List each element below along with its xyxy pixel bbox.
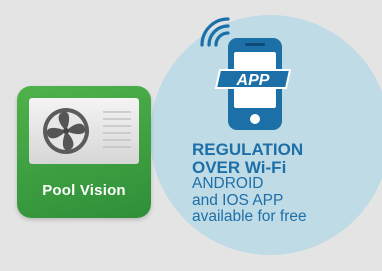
heading-line-1: REGULATION: [192, 140, 304, 159]
platform-line: ANDROID: [192, 175, 264, 192]
phone-icon: APP: [214, 38, 292, 130]
app-screen-text: APP: [236, 72, 270, 89]
app-line: and IOS APP: [192, 191, 284, 209]
heat-pump-image: [29, 98, 139, 164]
heading-line-2: OVER Wi-Fi: [192, 157, 287, 177]
app-label: APP: [214, 69, 292, 89]
grille-lines: [103, 111, 131, 148]
pool-vision-app-tile[interactable]: Pool Vision: [17, 86, 151, 218]
fan-icon: [43, 108, 89, 154]
feature-text: REGULATION OVER Wi-Fi ANDROID and IOS AP…: [192, 141, 372, 226]
availability-line: available for free: [192, 208, 307, 225]
app-name: Pool Vision: [42, 182, 126, 199]
